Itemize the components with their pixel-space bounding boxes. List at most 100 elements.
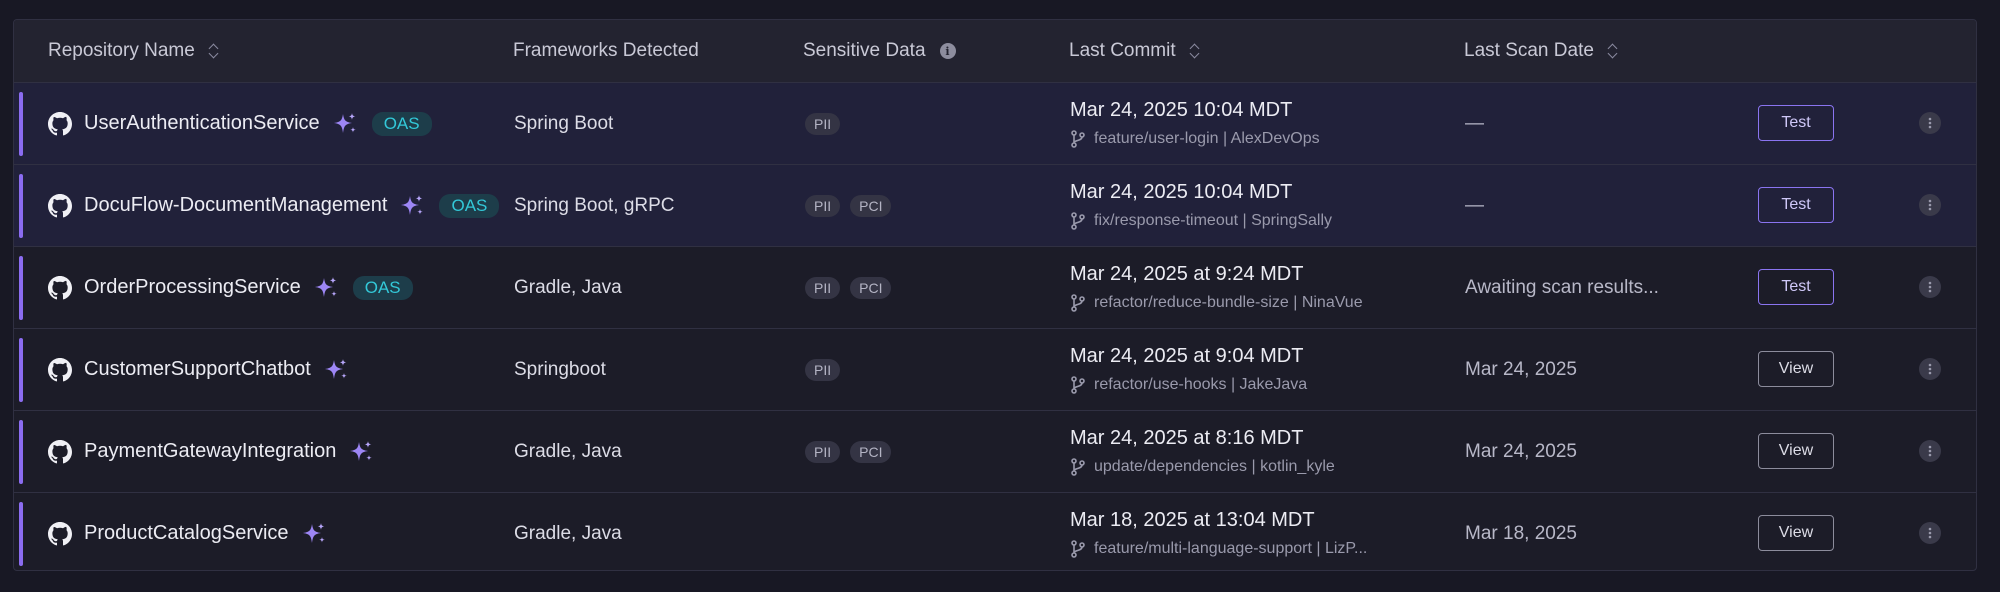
last-scan-cell: Mar 24, 2025 <box>1465 329 1577 410</box>
sparkle-icon <box>348 439 374 465</box>
last-commit-cell: Mar 24, 2025 at 9:24 MDT refactor/reduce-… <box>1070 247 1363 328</box>
sensitive-data-badge: PCI <box>850 440 892 463</box>
sensitive-data-badge: PCI <box>850 194 892 217</box>
sensitive-data-badge: PII <box>805 194 841 217</box>
sensitive-data-badge: PCI <box>850 276 892 299</box>
row-accent-bar <box>19 92 23 156</box>
column-header-repository-name[interactable]: Repository Name <box>48 20 221 82</box>
column-header-last-commit[interactable]: Last Commit <box>1069 20 1202 82</box>
sort-icon[interactable] <box>1608 41 1620 61</box>
github-icon <box>48 521 72 546</box>
oas-badge: OAS <box>439 193 500 218</box>
commit-date: Mar 24, 2025 at 9:24 MDT <box>1070 263 1304 285</box>
commit-date: Mar 24, 2025 10:04 MDT <box>1070 99 1293 121</box>
commit-date: Mar 24, 2025 at 8:16 MDT <box>1070 427 1304 449</box>
column-header-frameworks: Frameworks Detected <box>513 20 699 82</box>
table-row[interactable]: DocuFlow-DocumentManagement OAS Spring Boo… <box>14 165 1976 247</box>
commit-branch: fix/response-timeout | SpringSally <box>1070 212 1332 230</box>
last-scan-cell: — <box>1465 83 1484 164</box>
frameworks-text: Gradle, Java <box>514 440 622 462</box>
info-icon[interactable]: i <box>939 43 956 59</box>
frameworks-cell: Gradle, Java <box>514 411 622 492</box>
sparkle-icon <box>301 521 327 547</box>
frameworks-cell: Springboot <box>514 329 606 410</box>
last-commit-cell: Mar 18, 2025 at 13:04 MDT feature/multi-l… <box>1070 493 1367 570</box>
more-vertical-icon[interactable] <box>1919 276 1941 298</box>
commit-date: Mar 24, 2025 10:04 MDT <box>1070 181 1293 203</box>
repository-cell: UserAuthenticationService OAS <box>48 83 432 164</box>
more-vertical-icon[interactable] <box>1919 194 1941 216</box>
frameworks-text: Gradle, Java <box>514 276 622 298</box>
sensitive-data-cell: PII <box>805 83 850 164</box>
git-branch-icon <box>1070 212 1086 230</box>
repository-name[interactable]: DocuFlow-DocumentManagement <box>84 194 387 217</box>
github-icon <box>48 439 72 464</box>
scan-date: Mar 24, 2025 <box>1465 358 1577 380</box>
table-row[interactable]: UserAuthenticationService OAS Spring Boot P… <box>14 83 1976 165</box>
sparkle-icon <box>399 193 425 219</box>
more-vertical-icon[interactable] <box>1919 522 1941 544</box>
test-button[interactable]: Test <box>1758 187 1834 223</box>
last-commit-cell: Mar 24, 2025 10:04 MDT feature/user-login… <box>1070 83 1320 164</box>
more-vertical-icon[interactable] <box>1919 440 1941 462</box>
sensitive-data-badge: PII <box>805 358 841 381</box>
row-accent-bar <box>19 338 23 402</box>
view-button[interactable]: View <box>1758 433 1834 469</box>
repository-name[interactable]: UserAuthenticationService <box>84 112 320 135</box>
row-accent-bar <box>19 502 23 566</box>
frameworks-text: Spring Boot, gRPC <box>514 194 675 216</box>
more-vertical-icon[interactable] <box>1919 358 1941 380</box>
repository-name[interactable]: ProductCatalogService <box>84 522 289 545</box>
frameworks-cell: Spring Boot <box>514 83 613 164</box>
sort-icon[interactable] <box>209 41 221 61</box>
sparkle-icon <box>313 275 339 301</box>
frameworks-text: Springboot <box>514 358 606 380</box>
repository-cell: ProductCatalogService <box>48 493 327 570</box>
commit-branch-text: update/dependencies | kotlin_kyle <box>1094 458 1335 475</box>
last-scan-cell: Mar 18, 2025 <box>1465 493 1577 570</box>
commit-branch-text: feature/multi-language-support | LizP... <box>1094 540 1368 557</box>
commit-branch: feature/multi-language-support | LizP... <box>1070 540 1367 558</box>
repository-cell: DocuFlow-DocumentManagement OAS <box>48 165 500 246</box>
more-vertical-icon[interactable] <box>1919 112 1941 134</box>
table-row[interactable]: CustomerSupportChatbot Springboot PII Mar 2… <box>14 329 1976 411</box>
commit-branch: feature/user-login | AlexDevOps <box>1070 130 1320 148</box>
test-button[interactable]: Test <box>1758 269 1834 305</box>
github-icon <box>48 193 72 218</box>
repository-name[interactable]: OrderProcessingService <box>84 276 301 299</box>
frameworks-cell: Spring Boot, gRPC <box>514 165 675 246</box>
row-accent-bar <box>19 420 23 484</box>
column-header-last-scan-date[interactable]: Last Scan Date <box>1464 20 1620 82</box>
view-button[interactable]: View <box>1758 515 1834 551</box>
column-header-label: Repository Name <box>48 40 195 61</box>
last-commit-cell: Mar 24, 2025 at 9:04 MDT refactor/use-hoo… <box>1070 329 1307 410</box>
scan-date: — <box>1465 112 1484 134</box>
commit-branch: refactor/use-hooks | JakeJava <box>1070 376 1307 394</box>
repository-table: Repository Name Frameworks Detected Sens… <box>13 19 1977 571</box>
sensitive-data-cell: PII PCI <box>805 411 901 492</box>
repository-name[interactable]: PaymentGatewayIntegration <box>84 440 336 463</box>
repository-name[interactable]: CustomerSupportChatbot <box>84 358 311 381</box>
last-scan-cell: — <box>1465 165 1484 246</box>
last-commit-cell: Mar 24, 2025 at 8:16 MDT update/dependenc… <box>1070 411 1335 492</box>
last-scan-cell: Awaiting scan results... <box>1465 247 1659 328</box>
frameworks-cell: Gradle, Java <box>514 493 622 570</box>
column-header-sensitive-data: Sensitive Data i <box>803 20 956 82</box>
sensitive-data-badge: PII <box>805 440 841 463</box>
table-row[interactable]: OrderProcessingService OAS Gradle, Java PII… <box>14 247 1976 329</box>
table-row[interactable]: ProductCatalogService Gradle, Java Mar 18,… <box>14 493 1976 570</box>
repository-cell: PaymentGatewayIntegration <box>48 411 374 492</box>
view-button[interactable]: View <box>1758 351 1834 387</box>
table-row[interactable]: PaymentGatewayIntegration Gradle, Java PII… <box>14 411 1976 493</box>
scan-date: Mar 24, 2025 <box>1465 440 1577 462</box>
sort-icon[interactable] <box>1190 41 1202 61</box>
sensitive-data-badge: PII <box>805 112 841 135</box>
github-icon <box>48 357 72 382</box>
sparkle-icon <box>332 111 358 137</box>
commit-date: Mar 24, 2025 at 9:04 MDT <box>1070 345 1304 367</box>
test-button[interactable]: Test <box>1758 105 1834 141</box>
column-header-label: Frameworks Detected <box>513 40 699 61</box>
github-icon <box>48 275 72 300</box>
column-header-label: Last Commit <box>1069 40 1176 61</box>
sensitive-data-cell: PII PCI <box>805 165 901 246</box>
